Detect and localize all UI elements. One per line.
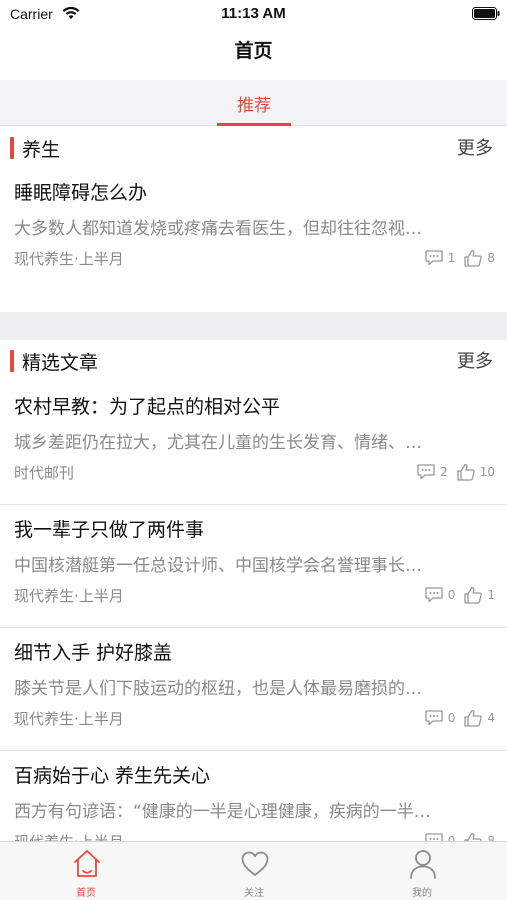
like-count: 8	[487, 251, 495, 265]
category-tab-strip: 推荐	[0, 80, 507, 126]
comment-icon	[425, 250, 443, 266]
article-stats: 1 8	[424, 248, 495, 268]
tab-recommend[interactable]: 推荐	[217, 80, 291, 126]
comment-stat[interactable]: 0	[424, 832, 456, 841]
article-item[interactable]: 睡眠障碍怎么办 大多数人都知道发烧或疼痛去看医生，但却往往忽视… 现代养生·上半…	[0, 172, 507, 312]
article-stats: 0 8	[424, 831, 495, 841]
article-item[interactable]: 农村早教：为了起点的相对公平 城乡差距仍在拉大，尤其在儿童的生长发育、情绪、… …	[0, 386, 507, 504]
tab-follow-label: 关注	[244, 888, 264, 899]
article-stats: 2 10	[416, 462, 495, 482]
section-marker	[10, 350, 14, 372]
person-icon	[410, 850, 436, 879]
comment-icon	[417, 464, 435, 480]
comment-icon	[425, 833, 443, 841]
comment-icon	[425, 710, 443, 726]
tab-recommend-label: 推荐	[237, 96, 271, 116]
article-title: 百病始于心 养生先关心	[14, 765, 211, 787]
article-title: 我一辈子只做了两件事	[14, 519, 205, 541]
article-summary: 膝关节是人们下肢运动的枢纽，也是人体最易磨损的…	[14, 679, 422, 699]
status-bar: Carrier 11:13 AM	[0, 0, 507, 30]
comment-stat[interactable]: 2	[416, 463, 448, 481]
clock-time: 11:13 AM	[221, 5, 286, 22]
comment-count: 0	[447, 711, 456, 725]
comment-count: 2	[440, 465, 448, 479]
thumbs-up-icon	[457, 463, 475, 481]
section-title: 养生	[22, 139, 61, 161]
tab-active-indicator	[217, 123, 291, 126]
comment-count: 0	[447, 834, 456, 841]
section-header-health: 养生 更多	[0, 127, 507, 167]
page-title: 首页	[234, 40, 273, 62]
tab-follow[interactable]: 关注	[204, 842, 304, 900]
section-title: 精选文章	[22, 352, 99, 374]
battery-icon	[472, 7, 500, 20]
article-summary: 大多数人都知道发烧或疼痛去看医生，但却往往忽视…	[14, 219, 422, 239]
tab-mine-label: 我的	[412, 888, 432, 899]
home-icon	[74, 850, 100, 877]
more-button[interactable]: 更多	[457, 347, 493, 373]
like-stat[interactable]: 8	[463, 248, 495, 268]
more-button[interactable]: 更多	[457, 134, 493, 160]
comment-stat[interactable]: 0	[424, 586, 456, 604]
article-summary: 西方有句谚语：“健康的一半是心理健康，疾病的一半…	[14, 802, 431, 822]
section-marker	[10, 137, 14, 159]
thumbs-up-icon	[464, 709, 483, 727]
article-item[interactable]: 细节入手 护好膝盖 膝关节是人们下肢运动的枢纽，也是人体最易磨损的… 现代养生·…	[0, 632, 507, 750]
comment-stat[interactable]: 1	[424, 249, 456, 267]
like-count: 4	[487, 711, 495, 725]
thumbs-up-icon	[464, 586, 483, 604]
article-summary: 城乡差距仍在拉大，尤其在儿童的生长发育、情绪、…	[14, 433, 422, 453]
like-stat[interactable]: 10	[456, 462, 495, 482]
like-stat[interactable]: 4	[463, 708, 495, 728]
section-separator	[0, 312, 507, 340]
comment-count: 0	[447, 588, 456, 602]
article-stats: 0 1	[424, 585, 495, 605]
like-count: 10	[479, 465, 495, 479]
section-header-featured: 精选文章 更多	[0, 340, 507, 380]
row-divider	[0, 504, 507, 505]
article-source: 现代养生·上半月	[14, 587, 124, 605]
row-divider	[0, 627, 507, 628]
article-title: 农村早教：为了起点的相对公平	[14, 396, 281, 418]
article-source: 现代养生·上半月	[14, 831, 124, 841]
bottom-tab-bar: 首页 关注 我的	[0, 841, 507, 900]
like-stat[interactable]: 1	[463, 585, 495, 605]
thumbs-up-icon	[464, 249, 483, 267]
thumbs-up-icon	[464, 832, 483, 841]
article-item[interactable]: 我一辈子只做了两件事 中国核潜艇第一任总设计师、中国核学会名誉理事长… 现代养生…	[0, 509, 507, 627]
comment-stat[interactable]: 0	[424, 709, 456, 727]
tab-home-label: 首页	[76, 888, 96, 899]
comment-icon	[425, 587, 443, 603]
comment-count: 1	[447, 251, 456, 265]
article-title: 睡眠障碍怎么办	[14, 182, 148, 204]
article-source: 现代养生·上半月	[14, 250, 124, 268]
article-source: 现代养生·上半月	[14, 710, 124, 728]
article-source: 时代邮刊	[14, 464, 75, 482]
like-stat[interactable]: 8	[463, 831, 495, 841]
article-item[interactable]: 百病始于心 养生先关心 西方有句谚语：“健康的一半是心理健康，疾病的一半… 现代…	[0, 755, 507, 841]
like-count: 8	[487, 834, 495, 841]
tab-mine[interactable]: 我的	[372, 842, 472, 900]
like-count: 1	[487, 588, 495, 602]
article-summary: 中国核潜艇第一任总设计师、中国核学会名誉理事长…	[14, 556, 422, 576]
tab-home[interactable]: 首页	[36, 842, 136, 900]
article-stats: 0 4	[424, 708, 495, 728]
row-divider	[0, 750, 507, 751]
article-title: 细节入手 护好膝盖	[14, 642, 173, 664]
heart-icon	[241, 851, 269, 876]
